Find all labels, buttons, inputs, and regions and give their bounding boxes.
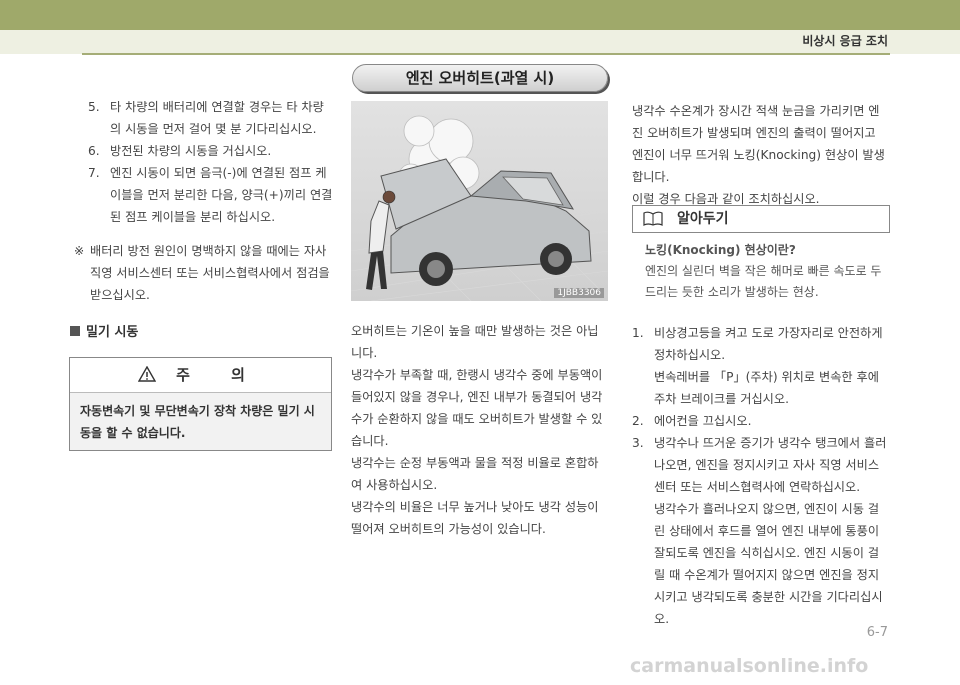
page-number: 6-7 [866, 625, 888, 640]
right-steps: 1. 비상경고등을 켜고 도로 가장자리로 안전하게 정차하십시오. 변속레버를… [632, 322, 890, 630]
caution-label: 주 의 [176, 366, 263, 384]
warning-triangle-icon [137, 358, 157, 392]
page-title: 엔진 오버히트(과열 시) [352, 64, 608, 92]
tip-content: 노킹(Knocking) 현상이란? 엔진의 실린더 벽을 작은 해머로 빠른 … [645, 240, 890, 303]
middle-column: 오버히트는 기온이 높을 때만 발생하는 것은 아닙니다. 냉각수가 부족할 때… [351, 320, 609, 540]
step-3: 3. 냉각수나 뜨거운 증기가 냉각수 탱크에서 흘러나오면, 엔진을 정지시키… [632, 436, 887, 626]
tip-title: 노킹(Knocking) 현상이란? [645, 243, 796, 257]
left-column: 5. 타 차량의 배터리에 연결할 경우는 타 차량의 시동을 먼저 걸어 몇 … [70, 96, 334, 344]
section-title: 비상시 응급 조치 [802, 34, 888, 48]
overheat-paragraph-4: 냉각수의 비율은 너무 높거나 낮아도 냉각 성능이 떨어져 오버히트의 가능성… [351, 500, 599, 536]
tip-label: 알아두기 [677, 211, 729, 227]
watermark: carmanualsonline.info [630, 655, 869, 677]
header-rule [82, 53, 890, 55]
figure-code: 1JBB3306 [554, 288, 604, 298]
step-5: 5. 타 차량의 배터리에 연결할 경우는 타 차량의 시동을 먼저 걸어 몇 … [88, 100, 324, 136]
caution-box: 주 의 자동변속기 및 무단변속기 장착 차량은 밀기 시동을 할 수 없습니다… [69, 357, 332, 451]
car-steam-illustration [351, 101, 608, 301]
battery-note: ※ 배터리 방전 원인이 명백하지 않을 때에는 자사 직영 서비스센터 또는 … [74, 244, 330, 302]
square-bullet-icon [70, 326, 80, 336]
overheat-paragraph-2: 냉각수가 부족할 때, 한랭시 냉각수 중에 부동액이 들어있지 않을 경우나,… [351, 368, 603, 448]
step-1: 1. 비상경고등을 켜고 도로 가장자리로 안전하게 정차하십시오. 변속레버를… [632, 326, 883, 406]
top-color-bar [0, 0, 960, 30]
step-6: 6. 방전된 차량의 시동을 거십시오. [88, 144, 272, 158]
book-icon [643, 211, 663, 226]
overheat-paragraph-3: 냉각수는 순정 부동액과 물을 적정 비율로 혼합하여 사용하십시오. [351, 456, 599, 492]
caution-text: 자동변속기 및 무단변속기 장착 차량은 밀기 시동을 할 수 없습니다. [80, 404, 315, 440]
tip-box: 알아두기 [632, 205, 890, 233]
overheat-illustration: 1JBB3306 [351, 101, 608, 301]
overheat-paragraph-1: 오버히트는 기온이 높을 때만 발생하는 것은 아닙니다. [351, 324, 599, 360]
step-2: 2. 에어컨을 끄십시오. [632, 414, 752, 428]
right-intro: 냉각수 수온계가 장시간 적색 눈금을 가리키면 엔진 오버히트가 발생되며 엔… [632, 104, 885, 206]
step-7: 7. 엔진 시동이 되면 음극(-)에 연결된 점프 케이블을 먼저 분리한 다… [88, 166, 333, 224]
tip-text: 엔진의 실린더 벽을 작은 해머로 빠른 속도로 두드리는 듯한 소리가 발생하… [645, 264, 882, 299]
push-start-heading: 밀기 시동 [70, 322, 334, 344]
caution-header: 주 의 [70, 358, 331, 393]
